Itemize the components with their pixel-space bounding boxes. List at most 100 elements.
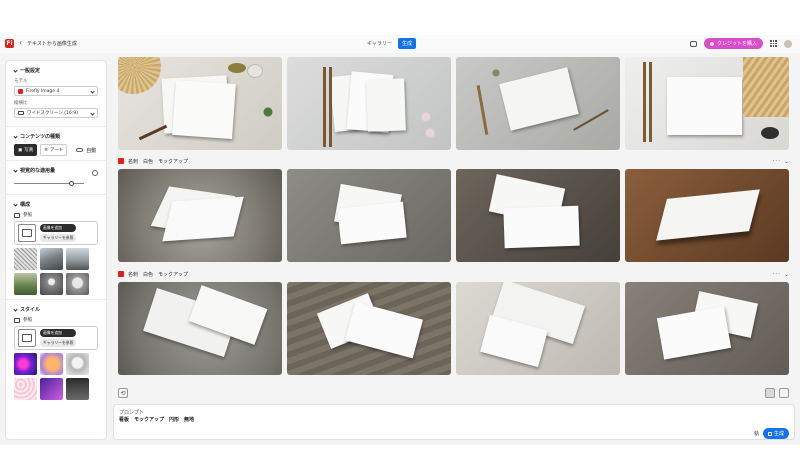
content-type-section: コンテンツの種類 ▣ 写真 ✲ アート 自動	[6, 127, 106, 161]
camera-icon: ▣	[18, 147, 23, 153]
auto-toggle[interactable]	[76, 148, 84, 152]
result-image[interactable]	[456, 282, 620, 375]
chopstick-prop	[643, 62, 646, 142]
result-image[interactable]	[456, 169, 620, 262]
composition-upload-button[interactable]: 画像を追加	[40, 224, 77, 232]
content-type-photo[interactable]: ▣ 写真	[14, 144, 38, 156]
style-drop-zone[interactable]: 画像を追加 ギャラリーを参照	[14, 326, 98, 350]
more-options-icon[interactable]: ··· ⌄	[772, 158, 790, 165]
info-icon[interactable]	[92, 169, 98, 176]
generate-button[interactable]: 生成	[762, 428, 789, 439]
result-image[interactable]	[456, 57, 620, 150]
style-thumbnails	[14, 353, 98, 400]
tab-gallery[interactable]: ギャラリー	[363, 38, 396, 49]
slider-handle[interactable]	[69, 181, 75, 186]
more-options-icon[interactable]: ··· ⌄	[772, 271, 790, 278]
style-reference-select[interactable]: 参照	[14, 317, 98, 323]
visual-intensity-slider[interactable]	[14, 181, 98, 187]
paper-sheet	[499, 67, 579, 131]
generate-icon	[767, 431, 772, 436]
result-image[interactable]	[625, 282, 789, 375]
result-image[interactable]	[287, 169, 451, 262]
style-thumb-sketch[interactable]	[66, 353, 89, 375]
prompt-language[interactable]: 執	[754, 430, 759, 437]
composition-section: 構成 参照 画像を追加 ギャラリーを参照	[6, 195, 106, 300]
composition-thumb-portrait[interactable]	[66, 273, 89, 295]
prompt-input[interactable]: 看板 モックアップ 円形 無地	[119, 416, 194, 423]
chat-icon[interactable]	[689, 40, 697, 47]
style-thumb-dark[interactable]	[66, 378, 89, 400]
result-image[interactable]	[625, 169, 789, 262]
chopstick-prop	[649, 62, 652, 142]
photo-label: 写真	[24, 148, 34, 153]
image-upload-icon	[18, 224, 36, 242]
result-image[interactable]	[118, 169, 282, 262]
chevron-down-icon	[13, 133, 18, 139]
tab-generate[interactable]: 生成	[398, 38, 417, 49]
style-thumb-neon[interactable]	[14, 353, 37, 375]
business-card	[656, 306, 732, 360]
plant-prop	[258, 97, 278, 127]
result-image[interactable]	[625, 57, 789, 150]
single-view-icon[interactable]	[779, 388, 789, 398]
style-gallery-button[interactable]: ギャラリーを参照	[40, 339, 77, 347]
result-image[interactable]	[287, 57, 451, 150]
aspect-select[interactable]: ワイドスクリーン (16:9)	[14, 108, 98, 118]
style-thumb-pattern[interactable]	[14, 378, 37, 400]
history-button[interactable]: ⟲	[118, 388, 128, 398]
composition-thumb-road[interactable]	[40, 248, 63, 270]
composition-header[interactable]: 構成	[13, 201, 98, 208]
result-image[interactable]	[118, 282, 282, 375]
composition-drop-zone[interactable]: 画像を追加 ギャラリーを参照	[14, 221, 98, 245]
business-card	[162, 196, 244, 242]
style-thumb-purple[interactable]	[40, 378, 63, 400]
aspect-label: 縦横比	[14, 101, 28, 106]
paper-sheet	[366, 78, 406, 132]
visual-intensity-header[interactable]: 視覚的な適用量	[13, 167, 55, 174]
buy-credits-label: クレジットを購入	[716, 41, 757, 47]
result-image[interactable]	[287, 282, 451, 375]
avatar[interactable]	[784, 39, 792, 48]
chevron-down-icon	[13, 67, 18, 73]
firefly-row-icon	[118, 271, 124, 277]
model-select[interactable]: Firefly Image 4	[14, 86, 98, 96]
content-type-title: コンテンツの種類	[20, 134, 61, 140]
firefly-row-icon	[118, 158, 124, 164]
grid-view-icon[interactable]	[765, 388, 775, 398]
prompt-box[interactable]: プロンプト 看板 モックアップ 円形 無地 執 生成	[113, 404, 795, 440]
apps-grid-icon[interactable]	[770, 40, 777, 47]
plant-prop	[481, 63, 511, 83]
credit-icon	[709, 41, 714, 46]
style-thumb-pastel[interactable]	[40, 353, 63, 375]
chevron-down-icon	[13, 167, 18, 173]
chopstick-prop	[138, 124, 168, 141]
buy-credits-button[interactable]: クレジットを購入	[703, 38, 763, 49]
generate-label: 生成	[773, 431, 784, 437]
style-header[interactable]: スタイル	[13, 306, 98, 313]
general-settings-header[interactable]: 一般設定	[13, 67, 98, 74]
paper-sheet	[667, 77, 742, 135]
composition-title: 構成	[20, 202, 31, 208]
result-image[interactable]	[118, 57, 282, 150]
composition-gallery-button[interactable]: ギャラリーを参照	[40, 234, 77, 242]
firefly-logo[interactable]: Fi	[5, 39, 14, 48]
results-area: 名刺 白色 モックアップ ··· ⌄ 名刺 白色 モックアップ ··· ⌄	[113, 53, 795, 445]
chevron-down-icon	[13, 306, 18, 312]
result-row-3-header: 名刺 白色 モックアップ ··· ⌄	[118, 269, 790, 279]
style-ref-label: 参照	[23, 318, 32, 323]
back-button[interactable]: ‹	[19, 38, 22, 47]
flower-prop	[417, 105, 439, 145]
business-card	[345, 301, 423, 359]
content-type-header[interactable]: コンテンツの種類	[13, 133, 98, 140]
mat-prop	[743, 57, 789, 117]
dish-prop	[761, 127, 779, 139]
composition-ref-label: 参照	[23, 213, 32, 218]
composition-thumb-tunnel[interactable]	[40, 273, 63, 295]
composition-thumb-rock[interactable]	[66, 248, 89, 270]
business-card	[503, 205, 580, 249]
style-upload-button[interactable]: 画像を追加	[40, 329, 77, 337]
composition-thumb-sketch[interactable]	[14, 248, 37, 270]
composition-reference-select[interactable]: 参照	[14, 212, 98, 218]
content-type-art[interactable]: ✲ アート	[40, 144, 68, 156]
composition-thumb-field[interactable]	[14, 273, 37, 295]
